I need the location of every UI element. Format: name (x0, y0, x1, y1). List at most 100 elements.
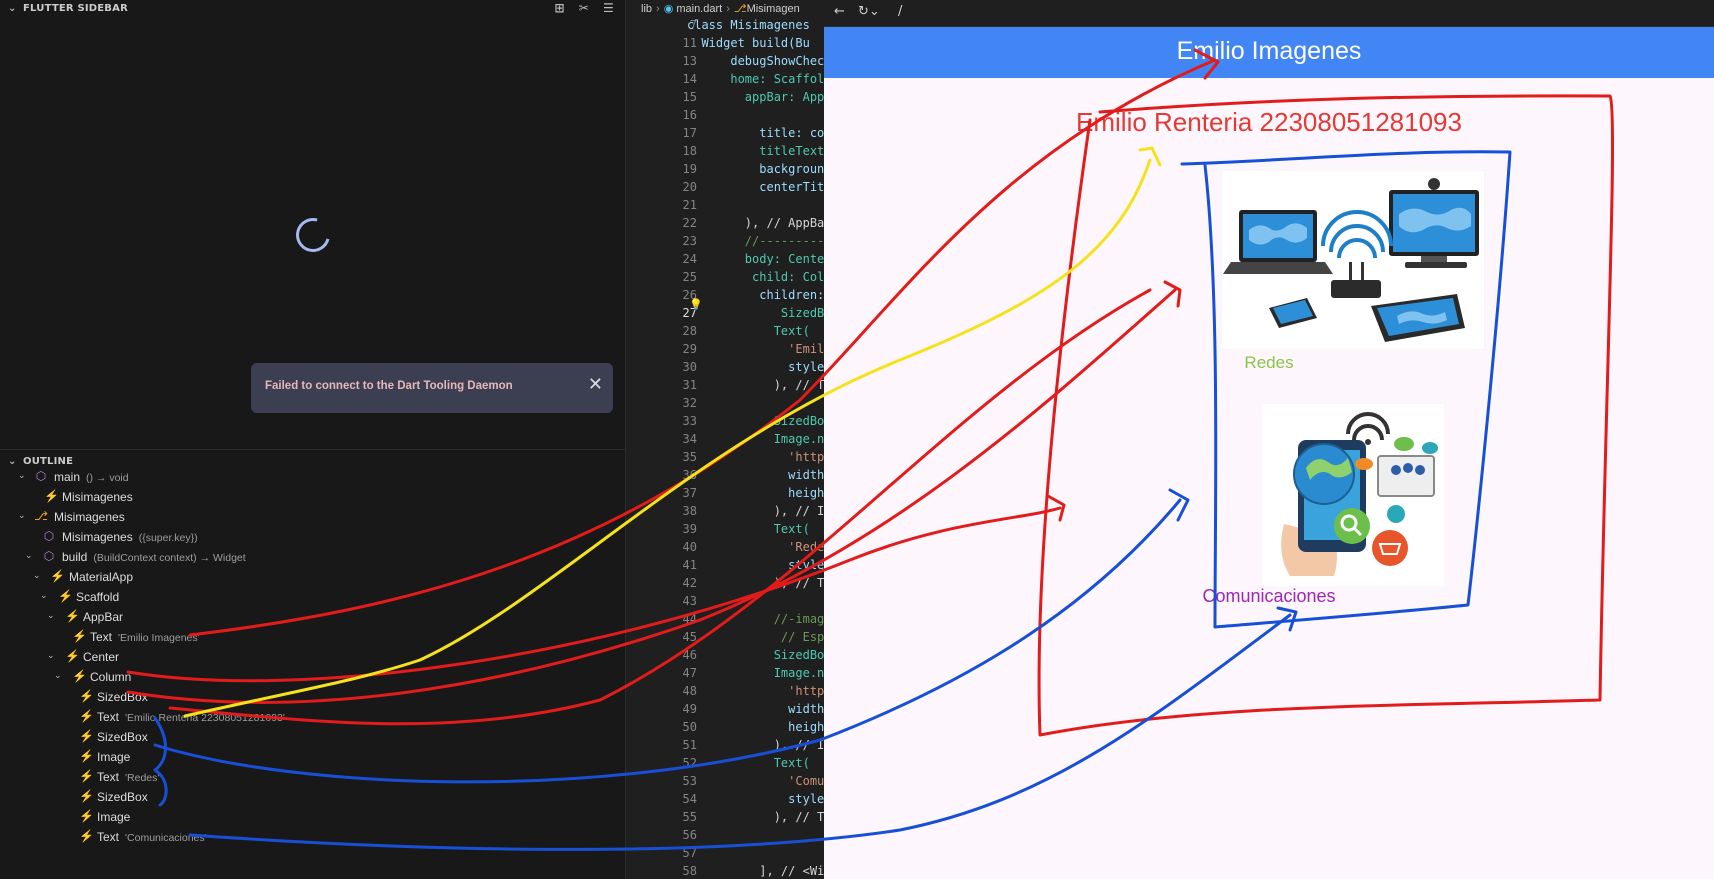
outline-item[interactable]: ⬡ Misimagenes ({super.key}) (0, 528, 626, 547)
code-line[interactable]: 55 ), // T (627, 810, 824, 828)
outline-item[interactable]: ⌄ ⚡ MaterialApp (0, 568, 626, 587)
outline-item[interactable]: ⌄ ⚡ AppBar (0, 608, 626, 627)
code-line[interactable]: 15 appBar: App (627, 90, 824, 108)
outline-item[interactable]: ⚡ Text 'Emilio Imagenes' (0, 628, 626, 647)
code-line[interactable]: 30 style (627, 360, 824, 378)
collapse-icon[interactable]: ☰ (603, 1, 614, 15)
code-line[interactable]: 35 'http (627, 450, 824, 468)
flutter-widget-icon: ⚡ (65, 609, 80, 623)
code-line[interactable]: 27 SizedB (627, 306, 824, 324)
outline-label: Center (83, 650, 120, 664)
code-line[interactable]: 11 Widget build(Bu (627, 36, 824, 54)
code-text: Image.n (687, 666, 824, 680)
chevron-down-icon[interactable]: ⌄ (47, 610, 57, 621)
code-text: SizedBo (687, 414, 824, 428)
breadcrumb-item[interactable]: lib (641, 3, 652, 15)
code-line[interactable]: 42 ), // T (627, 576, 824, 594)
code-line[interactable]: 36 width (627, 468, 824, 486)
code-line[interactable]: 56 (627, 828, 824, 846)
code-line[interactable]: 31 ), // T (627, 378, 824, 396)
outline-item[interactable]: ⚡ SizedBox (0, 788, 626, 807)
code-line[interactable]: 22 ), // AppBa (627, 216, 824, 234)
breadcrumb-item[interactable]: Misimagen (747, 3, 800, 15)
outline-item[interactable]: ⚡ Text 'Redes' (0, 768, 626, 787)
code-line[interactable]: 23 //--------- (627, 234, 824, 252)
chevron-down-icon[interactable]: ⌄ (8, 3, 17, 14)
chevron-down-icon[interactable]: ⌄ (18, 510, 28, 521)
code-line[interactable]: 21 (627, 198, 824, 216)
outline-item[interactable]: ⌄ ⚡ Center (0, 648, 626, 667)
code-line[interactable]: 32 (627, 396, 824, 414)
lightbulb-icon[interactable]: 💡 (689, 298, 703, 311)
outline-label: main (54, 470, 81, 484)
code-line[interactable]: 19 backgroun (627, 162, 824, 180)
chevron-down-icon[interactable]: ⌄ (40, 590, 50, 601)
chevron-down-icon[interactable]: ⌄ (47, 650, 57, 661)
code-line[interactable]: 57 (627, 846, 824, 864)
code-line[interactable]: 46 SizedBo (627, 648, 824, 666)
address-bar[interactable]: / (898, 4, 902, 19)
chevron-down-icon[interactable]: ⌄ (25, 550, 35, 561)
code-line[interactable]: 54 style (627, 792, 824, 810)
chevron-down-icon[interactable]: ⌄ (18, 470, 28, 481)
code-line[interactable]: 48 'http (627, 684, 824, 702)
code-line[interactable]: 37 heigh (627, 486, 824, 504)
back-icon[interactable]: ← (834, 4, 845, 19)
chevron-down-icon[interactable]: ⌄ (33, 570, 43, 581)
outline-item[interactable]: ⚡ SizedBox (0, 688, 626, 707)
code-line[interactable]: 13 debugShowChecke (627, 54, 824, 72)
code-line[interactable]: 34 Image.n (627, 432, 824, 450)
chevron-down-icon[interactable]: ⌄ (8, 456, 17, 467)
close-icon[interactable]: ✕ (588, 375, 603, 395)
code-line[interactable]: 41 style (627, 558, 824, 576)
code-line[interactable]: 49 width (627, 702, 824, 720)
code-line[interactable]: 26 children: (627, 288, 824, 306)
code-line[interactable]: 38 ), // I (627, 504, 824, 522)
code-line[interactable]: 43 (627, 594, 824, 612)
outline-item-main[interactable]: ⌄ ⬡ main () → void (0, 468, 626, 487)
code-line[interactable]: 25 child: Colu (627, 270, 824, 288)
code-line[interactable]: 53 'Comu (627, 774, 824, 792)
code-line[interactable]: 14 home: Scaffol (627, 72, 824, 90)
outline-item[interactable]: ⌄ ⚡ Scaffold (0, 588, 626, 607)
outline-item[interactable]: ⚡ Text 'Comunicaciones' (0, 828, 626, 847)
code-line[interactable]: 51 ), // I (627, 738, 824, 756)
outline-item[interactable]: ⚡ Image (0, 808, 626, 827)
outline-item[interactable]: ⌄ ⎇ Misimagenes (0, 508, 626, 527)
code-line[interactable]: 29 'Emil (627, 342, 824, 360)
line-number: 43 (682, 594, 697, 608)
outline-item[interactable]: ⚡ Image (0, 748, 626, 767)
outline-item[interactable]: ⌄ ⬡ build (BuildContext context) → Widget (0, 548, 626, 567)
code-line[interactable]: 40 'Rede (627, 540, 824, 558)
code-line[interactable]: 24 body: Center (627, 252, 824, 270)
flutter-sidebar-header[interactable]: ⌄ FLUTTER SIDEBAR ⊞ ✂ ☰ (0, 0, 626, 18)
outline-label: Scaffold (76, 590, 120, 604)
code-line[interactable]: 7 class Misimagenes (627, 18, 824, 36)
outline-label: SizedBox (97, 690, 148, 704)
code-line[interactable]: 20 centerTit (627, 180, 824, 198)
outline-item[interactable]: ⚡ Text 'Emilio Renteria 22308051281093' (0, 708, 626, 727)
code-text: 'Comu (687, 774, 824, 788)
code-line[interactable]: 39 Text( (627, 522, 824, 540)
code-editor[interactable]: lib › ◉ main.dart › ⎇Misimagen 7 class Misima… (627, 0, 824, 879)
code-line[interactable]: 28 Text( (627, 324, 824, 342)
code-line[interactable]: 50 heigh (627, 720, 824, 738)
code-line[interactable]: 33 SizedBo (627, 414, 824, 432)
chevron-down-icon[interactable]: ⌄ (54, 670, 64, 681)
code-line[interactable]: 18 titleText (627, 144, 824, 162)
tools-icon[interactable]: ✂ (579, 1, 589, 15)
code-line[interactable]: 58 ], // <Wi (627, 864, 824, 879)
code-line[interactable]: 47 Image.n (627, 666, 824, 684)
code-text: width (687, 702, 824, 716)
code-line[interactable]: 16 (627, 108, 824, 126)
outline-item[interactable]: ⌄ ⚡ Column (0, 668, 626, 687)
code-line[interactable]: 52 Text( (627, 756, 824, 774)
new-project-icon[interactable]: ⊞ (555, 1, 565, 15)
outline-item[interactable]: ⚡ SizedBox (0, 728, 626, 747)
code-line[interactable]: 44 //-imag (627, 612, 824, 630)
code-line[interactable]: 45 // Espa (627, 630, 824, 648)
outline-item[interactable]: ⚡ Misimagenes (0, 488, 626, 507)
reload-icon[interactable]: ↻⌄ (858, 4, 880, 19)
code-line[interactable]: 17 title: co (627, 126, 824, 144)
breadcrumb-item[interactable]: main.dart (676, 3, 722, 15)
